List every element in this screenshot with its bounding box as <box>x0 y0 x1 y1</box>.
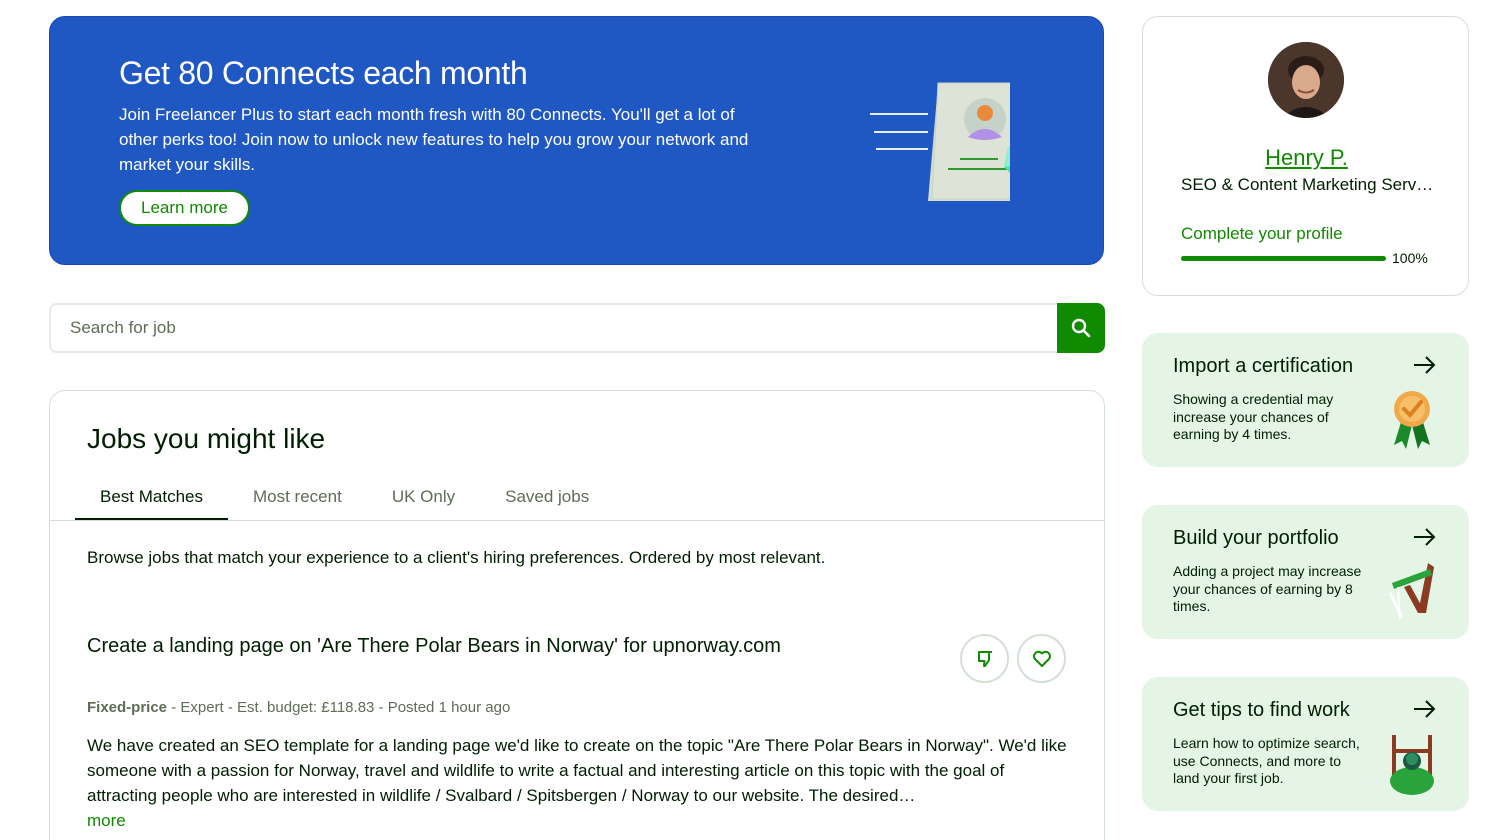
jobs-description: Browse jobs that match your experience t… <box>87 548 826 567</box>
find-work-tips-card[interactable]: Get tips to find work Learn how to optim… <box>1142 677 1469 811</box>
jobs-heading: Jobs you might like <box>87 423 326 454</box>
job-meta: Fixed-price - Expert - Est. budget: £118… <box>87 699 510 716</box>
jobs-tabs: Best Matches Most recent UK Only Saved j… <box>75 475 614 521</box>
job-type: Fixed-price <box>87 699 168 716</box>
profile-progress-bar <box>1181 256 1386 261</box>
job-actions <box>960 634 1066 683</box>
tab-best-matches[interactable]: Best Matches <box>75 475 228 521</box>
thumbs-down-icon <box>977 650 992 667</box>
job-description-text: We have created an SEO template for a la… <box>87 736 1067 805</box>
card-text: Showing a credential may increase your c… <box>1173 391 1334 442</box>
profile-progress-label: 100% <box>1392 250 1428 266</box>
import-certification-card[interactable]: Import a certification Showing a credent… <box>1142 333 1469 467</box>
dislike-job-button[interactable] <box>960 634 1009 683</box>
card-title: Import a certification <box>1173 355 1354 377</box>
complete-profile-link[interactable]: Complete your profile <box>1181 224 1343 244</box>
job-search-bar <box>49 303 1105 353</box>
award-ribbon-icon <box>1394 391 1430 449</box>
card-text: Adding a project may increase your chanc… <box>1173 563 1362 614</box>
build-portfolio-card[interactable]: Build your portfolio Adding a project ma… <box>1142 505 1469 639</box>
avatar-photo <box>1268 42 1344 118</box>
promo-title: Get 80 Connects each month <box>119 55 528 91</box>
job-description: We have created an SEO template for a la… <box>87 733 1077 833</box>
profile-card: Henry P. SEO & Content Marketing Service… <box>1142 16 1469 296</box>
arrow-right-icon <box>1414 528 1436 546</box>
tab-most-recent[interactable]: Most recent <box>228 475 367 521</box>
search-icon <box>1071 318 1091 338</box>
jobs-panel: Jobs you might like Best Matches Most re… <box>49 390 1105 840</box>
job-title-link[interactable]: Create a landing page on 'Are There Pola… <box>87 635 781 658</box>
search-input[interactable] <box>49 303 1059 353</box>
more-link[interactable]: more <box>87 808 1077 833</box>
avatar[interactable] <box>1268 42 1344 118</box>
goal-post-icon <box>1390 735 1434 795</box>
arrow-right-icon <box>1414 700 1436 718</box>
tabs-divider <box>50 520 1104 521</box>
card-title: Get tips to find work <box>1173 699 1350 721</box>
profile-name[interactable]: Henry P. <box>1143 145 1470 171</box>
search-button[interactable] <box>1057 303 1105 353</box>
card-title: Build your portfolio <box>1173 527 1339 549</box>
save-job-button[interactable] <box>1017 634 1066 683</box>
learn-more-button[interactable]: Learn more <box>119 190 250 226</box>
card-text: Learn how to optimize search, use Connec… <box>1173 735 1360 786</box>
tab-uk-only[interactable]: UK Only <box>367 475 480 521</box>
arrow-right-icon <box>1414 356 1436 374</box>
promo-body: Join Freelancer Plus to start each month… <box>119 105 749 174</box>
heart-icon <box>1032 650 1051 667</box>
tab-saved-jobs[interactable]: Saved jobs <box>480 475 614 521</box>
connects-illustration <box>870 82 1010 201</box>
profile-progress-fill <box>1181 256 1386 261</box>
job-meta-details: - Expert - Est. budget: £118.83 - Posted… <box>167 699 511 716</box>
promo-banner: Get 80 Connects each month Join Freelanc… <box>49 16 1104 265</box>
slingshot-icon <box>1388 563 1434 620</box>
profile-role: SEO & Content Marketing Services <box>1181 175 1436 194</box>
